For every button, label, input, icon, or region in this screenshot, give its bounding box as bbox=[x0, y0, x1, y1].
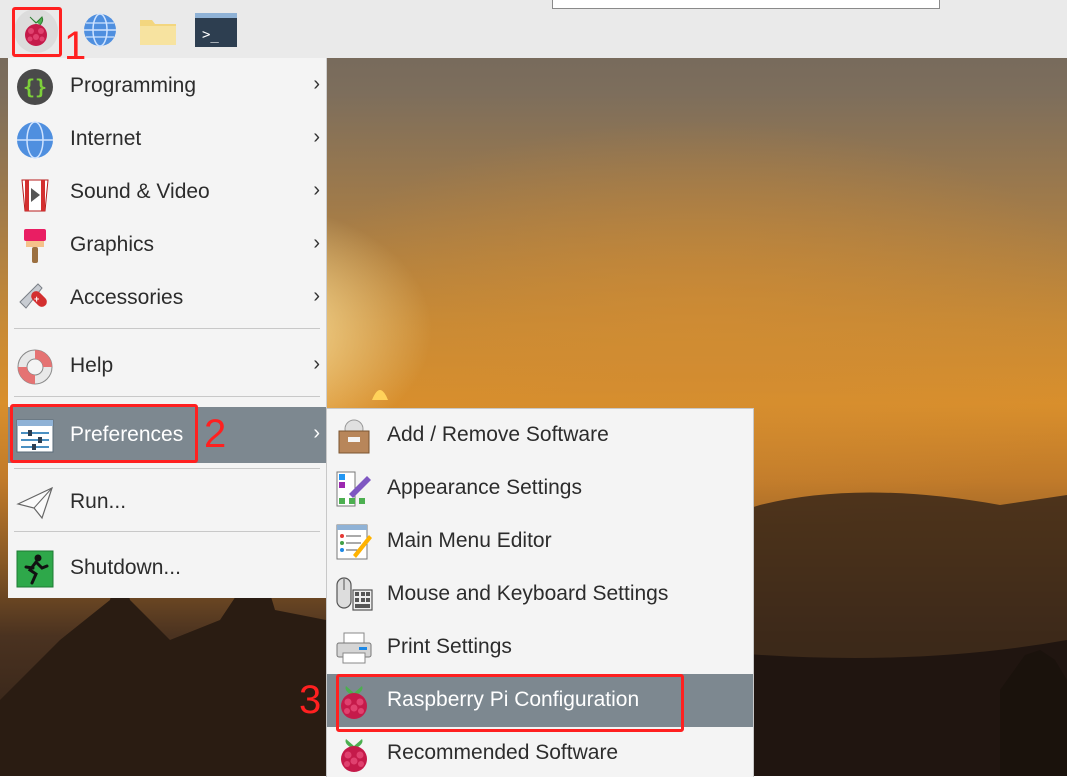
terminal-icon: >_ bbox=[195, 13, 237, 47]
paintbrush-icon bbox=[24, 229, 46, 263]
package-icon bbox=[338, 419, 370, 454]
menu-separator bbox=[14, 531, 320, 532]
submenu-item-label: Add / Remove Software bbox=[387, 423, 609, 446]
printer-icon bbox=[336, 632, 372, 664]
window-button[interactable] bbox=[552, 0, 940, 9]
mouse-keyboard-icon bbox=[336, 577, 373, 611]
menu-item-help[interactable]: Help › bbox=[8, 340, 326, 392]
svg-text:+: + bbox=[34, 294, 39, 304]
menu-separator bbox=[14, 328, 320, 329]
step3-number: 3 bbox=[299, 678, 322, 722]
file-manager-icon bbox=[140, 20, 176, 45]
swiss-knife-icon: + bbox=[19, 283, 47, 309]
submenu-item-label: Main Menu Editor bbox=[387, 529, 552, 552]
terminal-launcher[interactable]: >_ bbox=[192, 12, 237, 48]
submenu-arrow-icon: › bbox=[313, 179, 320, 201]
menu-item-label: Sound & Video bbox=[70, 180, 210, 203]
menu-item-label: Programming bbox=[70, 74, 197, 97]
menu-item-label: Run... bbox=[70, 490, 127, 513]
menu-editor-icon bbox=[336, 524, 372, 560]
file-manager-launcher[interactable] bbox=[136, 12, 176, 48]
menu-separator bbox=[14, 468, 320, 469]
submenu-arrow-icon: › bbox=[313, 232, 320, 254]
raspberry-icon bbox=[341, 739, 367, 772]
exit-running-man-icon bbox=[16, 550, 54, 588]
programming-braces-icon: {} bbox=[17, 69, 53, 105]
menu-separator bbox=[14, 396, 320, 397]
submenu-arrow-icon: › bbox=[313, 73, 320, 95]
menu-item-label: Shutdown... bbox=[70, 556, 181, 579]
submenu-arrow-icon: › bbox=[313, 353, 320, 375]
submenu-item-mouse-keyboard-settings[interactable]: Mouse and Keyboard Settings bbox=[327, 568, 753, 621]
menu-item-graphics[interactable]: Graphics › bbox=[8, 219, 326, 271]
step2-number: 2 bbox=[204, 412, 227, 456]
menu-item-label: Graphics bbox=[70, 233, 155, 256]
menu-item-accessories[interactable]: + Accessories › bbox=[8, 272, 326, 324]
lifebuoy-icon bbox=[17, 349, 53, 385]
step1-number: 1 bbox=[64, 24, 87, 68]
submenu-item-label: Mouse and Keyboard Settings bbox=[387, 582, 669, 605]
menu-item-internet[interactable]: Internet › bbox=[8, 113, 326, 165]
submenu-arrow-icon: › bbox=[313, 126, 320, 148]
step1-highlight-box bbox=[12, 7, 62, 57]
menu-item-shutdown[interactable]: Shutdown... bbox=[8, 542, 326, 594]
menu-item-label: Help bbox=[70, 354, 114, 377]
submenu-item-label: Print Settings bbox=[387, 635, 512, 658]
menu-item-label: Internet bbox=[70, 127, 142, 150]
svg-text:>_: >_ bbox=[202, 27, 219, 43]
web-browser-launcher[interactable] bbox=[82, 12, 118, 48]
submenu-item-main-menu-editor[interactable]: Main Menu Editor bbox=[327, 515, 753, 568]
submenu-item-label: Appearance Settings bbox=[387, 476, 582, 499]
submenu-item-add-remove-software[interactable]: Add / Remove Software bbox=[327, 409, 753, 462]
step2-highlight-box bbox=[10, 404, 198, 463]
palette-icon bbox=[336, 471, 371, 507]
menu-item-label: Accessories bbox=[70, 286, 184, 309]
submenu-item-label: Recommended Software bbox=[387, 741, 619, 764]
globe-icon bbox=[17, 121, 53, 159]
submenu-arrow-icon: › bbox=[313, 422, 320, 444]
taskbar: >_ bbox=[0, 0, 1067, 58]
paper-plane-icon bbox=[16, 486, 54, 520]
menu-item-programming[interactable]: {} Programming › bbox=[8, 60, 326, 112]
web-browser-icon bbox=[84, 13, 116, 47]
svg-text:{}: {} bbox=[23, 75, 47, 99]
submenu-arrow-icon: › bbox=[313, 285, 320, 307]
submenu-item-appearance-settings[interactable]: Appearance Settings bbox=[327, 462, 753, 515]
popcorn-icon bbox=[21, 179, 49, 212]
submenu-item-print-settings[interactable]: Print Settings bbox=[327, 621, 753, 674]
step3-highlight-box bbox=[336, 674, 684, 732]
menu-item-sound-video[interactable]: Sound & Video › bbox=[8, 166, 326, 218]
main-menu: {} Programming › Internet › Sound & Vide… bbox=[8, 58, 327, 598]
submenu-item-recommended-software[interactable]: Recommended Software bbox=[327, 727, 753, 780]
menu-item-run[interactable]: Run... bbox=[8, 476, 326, 528]
